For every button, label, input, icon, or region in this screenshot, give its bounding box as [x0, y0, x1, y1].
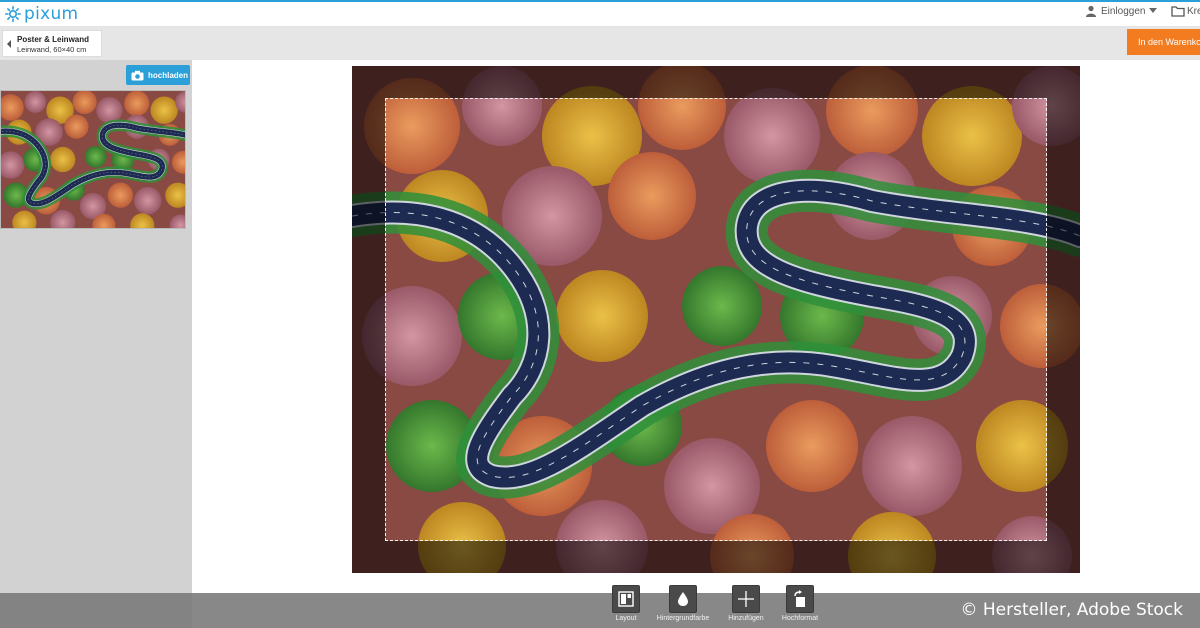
layout-icon	[612, 585, 640, 613]
cart-label: In den Warenkorb	[1138, 37, 1200, 47]
photo-sidebar: hochladen	[0, 60, 192, 628]
crop-mask-top	[352, 66, 1080, 98]
login-label: Einloggen	[1101, 5, 1146, 17]
crop-mask-left	[352, 98, 385, 541]
background-color-button[interactable]: Hintergrundfarbe	[648, 585, 718, 622]
crop-mask-right	[1047, 98, 1080, 541]
portrait-button[interactable]: Hochformat	[765, 585, 835, 622]
copyright-watermark: © Hersteller, Adobe Stock	[960, 600, 1183, 620]
sun-icon	[5, 6, 21, 22]
portrait-label: Hochformat	[781, 615, 819, 622]
login-button[interactable]: Einloggen	[1085, 5, 1158, 17]
rotate-icon	[786, 585, 814, 613]
background-color-label: Hintergrundfarbe	[656, 615, 710, 622]
user-icon	[1086, 5, 1096, 17]
add-to-cart-button[interactable]: In den Warenkorb	[1127, 29, 1200, 55]
folder-icon	[1171, 6, 1185, 17]
crop-frame[interactable]	[385, 98, 1047, 541]
upload-label: hochladen	[148, 70, 189, 80]
brand-name: pixum	[24, 4, 79, 24]
bottom-toolbar: Layout Hintergrundfarbe Hinzufügen Hochf…	[0, 585, 1200, 628]
product-title: Poster & Leinwand	[17, 35, 90, 44]
product-bar: Poster & Leinwand Leinwand, 60×40 cm In …	[0, 27, 1200, 60]
crop-mask-bottom	[352, 541, 1080, 573]
projects-button[interactable]: Kre	[1171, 5, 1200, 17]
upload-button[interactable]: hochladen	[126, 65, 190, 85]
plus-icon	[732, 585, 760, 613]
photo-thumbnail[interactable]	[0, 90, 186, 229]
product-subtitle: Leinwand, 60×40 cm	[17, 45, 87, 54]
product-selector[interactable]: Poster & Leinwand Leinwand, 60×40 cm	[2, 30, 102, 57]
canvas-preview[interactable]	[352, 66, 1080, 573]
brand-logo[interactable]: pixum	[5, 4, 78, 24]
caret-down-icon	[1149, 8, 1158, 13]
drop-icon	[669, 585, 697, 613]
camera-icon	[131, 70, 144, 80]
back-arrow-icon[interactable]	[7, 40, 11, 48]
projects-label: Kre	[1187, 5, 1200, 17]
top-bar: pixum Einloggen Kre	[0, 0, 1200, 27]
